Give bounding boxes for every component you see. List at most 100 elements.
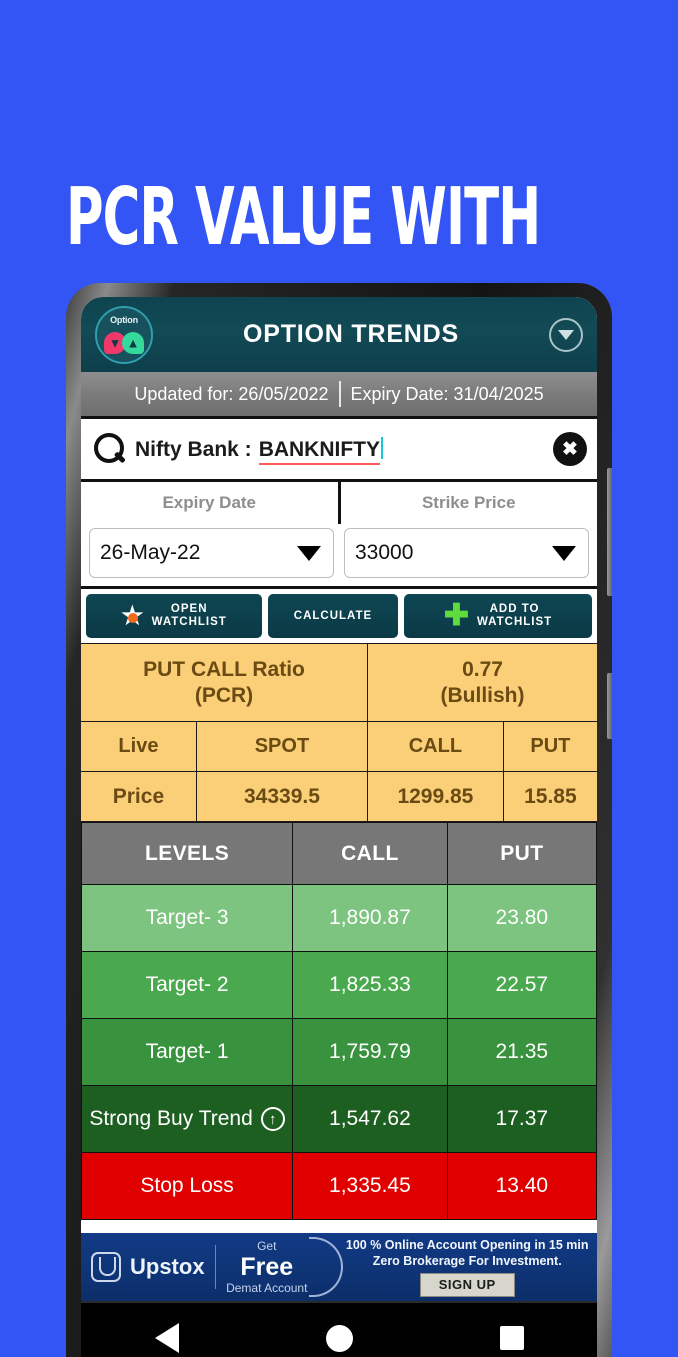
status-divider	[338, 381, 341, 407]
search-icon[interactable]	[91, 431, 127, 467]
level-label: Target- 2	[145, 973, 229, 996]
ad-get-label: Get	[257, 1238, 277, 1253]
logo-arrow-up-icon: ▲	[126, 335, 140, 350]
level-cell: Strong Buy Trend ↑	[81, 1085, 294, 1153]
text-cursor	[381, 436, 384, 459]
call-cell: 1,547.62	[292, 1085, 448, 1153]
level-cell: Target- 3	[81, 884, 294, 952]
phone-power-button	[607, 673, 612, 739]
ad-free-label: Free	[240, 1252, 294, 1281]
strike-price-value: 33000	[355, 541, 414, 564]
pcr-value-row: Price 34339.5 1299.85 15.85	[81, 771, 597, 822]
level-cell: Stop Loss	[81, 1152, 294, 1220]
level-cell-inner: Stop Loss	[82, 1174, 292, 1198]
call-value: 1299.85	[367, 771, 504, 822]
level-cell-inner: Strong Buy Trend ↑	[82, 1107, 292, 1131]
close-circle-icon[interactable]: ✖	[553, 432, 587, 466]
put-column-header: PUT	[446, 822, 597, 885]
put-header: PUT	[502, 721, 597, 772]
pcr-header-row: Live SPOT CALL PUT	[81, 721, 597, 772]
call-cell: 1,759.79	[292, 1018, 448, 1086]
phone-volume-button	[607, 468, 612, 596]
search-input[interactable]: Nifty Bank : BANKNIFTY	[135, 434, 545, 465]
calculate-button[interactable]: CALCULATE	[268, 594, 398, 638]
level-cell-inner: Target- 2	[82, 973, 292, 997]
open-watchlist-button[interactable]: ★ OPEN WATCHLIST	[86, 594, 262, 638]
strike-price-label-header: Strike Price	[421, 493, 516, 512]
level-cell-inner: Target- 3	[82, 906, 292, 930]
expiry-date-dropdown[interactable]: 26-May-22	[89, 528, 334, 578]
level-label: Target- 3	[145, 906, 229, 929]
level-label: Stop Loss	[140, 1174, 234, 1197]
logo-arrow-down-icon: ▼	[108, 335, 122, 350]
ad-copy: 100 % Online Account Opening in 15 min Z…	[343, 1237, 597, 1297]
ad-brand-name: Upstox	[130, 1254, 205, 1279]
live-label: Live	[81, 721, 197, 772]
headline-line-1: PCR VALUE WITH	[66, 169, 541, 264]
put-cell: 17.37	[446, 1085, 597, 1153]
search-label: Nifty Bank :	[135, 437, 252, 461]
selector-labels: Expiry Date Strike Price	[81, 482, 597, 524]
level-cell: Target- 2	[81, 951, 294, 1019]
back-icon[interactable]	[154, 1323, 179, 1353]
calculate-label: CALCULATE	[293, 609, 373, 622]
put-value: 15.85	[502, 771, 597, 822]
chevron-down-icon	[297, 545, 321, 561]
table-row: Strong Buy Trend ↑ 1,547.62 17.37	[81, 1085, 597, 1153]
call-column-header: CALL	[292, 822, 448, 885]
ad-banner[interactable]: Upstox Get Free Demat Account 100 % Onli…	[81, 1233, 597, 1301]
add-to-watchlist-button[interactable]: ✚ ADD TO WATCHLIST	[404, 594, 592, 638]
levels-body: Target- 3 1,890.87 23.80 Target- 2 1,825.33 2…	[81, 884, 597, 1220]
ad-arc-decoration	[309, 1237, 344, 1297]
call-cell: 1,890.87	[292, 884, 448, 952]
pcr-ratio-row: PUT CALL Ratio (PCR) 0.77 (Bullish)	[81, 643, 597, 722]
app-title: OPTION TRENDS	[243, 320, 459, 348]
home-icon[interactable]	[325, 1324, 353, 1352]
pcr-sentiment: (Bullish)	[440, 683, 525, 707]
ad-divider	[214, 1245, 217, 1289]
spot-header: SPOT	[195, 721, 369, 772]
selector-row: 26-May-22 33000	[81, 524, 597, 589]
table-row: Target- 1 1,759.79 21.35	[81, 1018, 597, 1086]
poster-stage: PCR VALUE WITH SPOT AND CE/PE PRICE Opti…	[0, 0, 678, 1357]
table-row: Target- 2 1,825.33 22.57	[81, 951, 597, 1019]
expiry-date-value: 26-May-22	[100, 541, 201, 564]
ad-brand: Upstox	[81, 1252, 205, 1282]
ad-offer: Get Free Demat Account	[226, 1239, 307, 1296]
recents-icon[interactable]	[499, 1326, 524, 1350]
add-to-watchlist-label: ADD TO WATCHLIST	[476, 603, 553, 628]
ad-demat-label: Demat Account	[226, 1280, 308, 1295]
logo-leaf-green-icon: ▲	[122, 331, 144, 354]
level-cell: Target- 1	[81, 1018, 294, 1086]
call-cell: 1,825.33	[292, 951, 448, 1019]
circle-up-icon: ↑	[260, 1107, 285, 1131]
open-watchlist-label: OPEN WATCHLIST	[151, 603, 227, 628]
logo-text: Option	[110, 314, 138, 325]
upstox-logo-icon	[91, 1252, 121, 1282]
levels-column-header: LEVELS	[81, 822, 294, 885]
put-cell: 23.80	[446, 884, 597, 952]
levels-header-row: LEVELS CALL PUT	[81, 822, 597, 885]
phone-screen: Option ▼ ▲ OPTION TRENDS Updated for: 26…	[81, 297, 597, 1357]
chevron-down-icon[interactable]	[549, 317, 583, 352]
sign-up-button[interactable]: SIGN UP	[419, 1273, 515, 1297]
action-button-row: ★ OPEN WATCHLIST CALCULATE ✚ ADD TO WATCHL…	[81, 589, 597, 643]
put-cell: 13.40	[446, 1152, 597, 1220]
put-cell: 21.35	[446, 1018, 597, 1086]
app-scroll-area[interactable]: Option ▼ ▲ OPTION TRENDS Updated for: 26…	[81, 297, 597, 1357]
updated-date-label: Updated for: 26/05/2022	[134, 383, 329, 404]
app-header: Option ▼ ▲ OPTION TRENDS	[81, 297, 597, 372]
chevron-down-icon	[552, 545, 576, 561]
pcr-value-cell: 0.77 (Bullish)	[367, 643, 597, 722]
app-logo-icon: Option ▼ ▲	[95, 305, 153, 364]
level-label: Target- 1	[145, 1040, 229, 1063]
search-bar[interactable]: Nifty Bank : BANKNIFTY ✖	[81, 416, 597, 482]
strike-price-dropdown[interactable]: 33000	[344, 528, 589, 578]
call-header: CALL	[367, 721, 504, 772]
levels-table: LEVELS CALL PUT Target- 3 1,890.87 23.80 Ta…	[81, 822, 597, 1220]
put-cell: 22.57	[446, 951, 597, 1019]
call-cell: 1,335.45	[292, 1152, 448, 1220]
ad-line-2: Zero Brokerage For Investment.	[372, 1254, 562, 1268]
level-cell-inner: Target- 1	[82, 1040, 292, 1064]
pcr-title: PUT CALL Ratio (PCR)	[81, 643, 368, 722]
